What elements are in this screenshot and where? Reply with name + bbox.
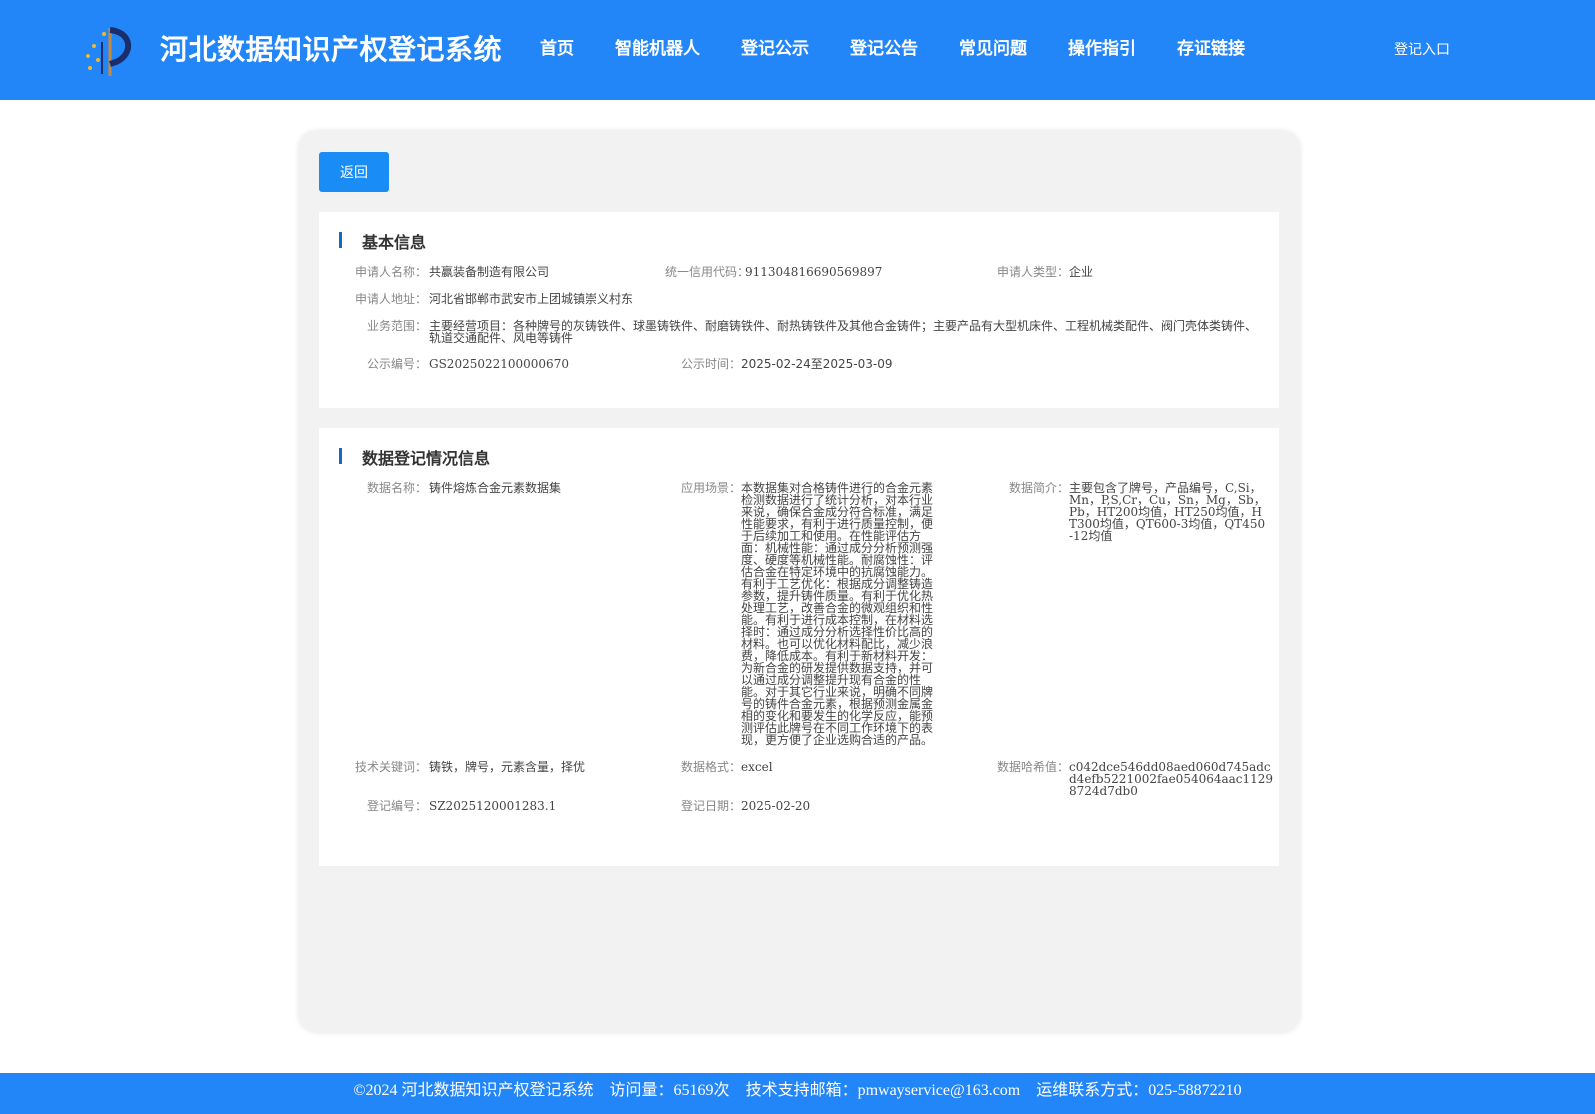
label-applicant-type: 申请人类型： <box>996 265 1069 279</box>
section-marker <box>339 448 342 464</box>
nav-announcement[interactable]: 登记公告 <box>850 34 918 59</box>
top-header: 河北数据知识产权登记系统 首页 智能机器人 登记公示 登记公告 常见问题 操作指… <box>0 0 1595 100</box>
value-applicant-name: 共赢装备制造有限公司 <box>429 265 550 279</box>
basic-info-panel: 基本信息 申请人名称： 共赢装备制造有限公司 统一信用代码： 911304816… <box>319 212 1279 408</box>
label-address: 申请人地址： <box>354 292 427 306</box>
back-button[interactable]: 返回 <box>319 152 389 192</box>
detail-card: 返回 基本信息 申请人名称： 共赢装备制造有限公司 统一信用代码： 911304… <box>299 131 1300 1032</box>
value-address: 河北省邯郸市武安市上团城镇崇义村东 <box>429 292 634 306</box>
value-credit-code: 911304816690569897 <box>745 265 883 279</box>
section-title-basic: 基本信息 <box>362 233 427 252</box>
value-hash: c042dce546dd08aed060d745adcd4efb5221002f… <box>1069 760 1274 798</box>
label-keywords: 技术关键词： <box>354 760 427 774</box>
footer-email: 技术支持邮箱：pmwayservice@163.com <box>745 1082 1021 1099</box>
label-pub-no: 公示编号： <box>366 357 427 371</box>
label-scene: 应用场景： <box>680 481 741 495</box>
label-reg-date: 登记日期： <box>680 799 741 813</box>
value-reg-date: 2025-02-20 <box>741 799 811 813</box>
main-nav: 首页 智能机器人 登记公示 登记公告 常见问题 操作指引 存证链接 <box>540 34 1286 59</box>
label-data-name: 数据名称： <box>366 481 427 495</box>
label-intro: 数据简介： <box>1008 481 1069 495</box>
value-pub-time: 2025-02-24至2025-03-09 <box>741 357 893 371</box>
label-reg-no: 登记编号： <box>366 799 427 813</box>
label-hash: 数据哈希值： <box>996 760 1069 774</box>
footer-copyright: ©2024 河北数据知识产权登记系统 <box>353 1082 594 1099</box>
value-format: excel <box>741 760 773 774</box>
footer-phone: 运维联系方式：025-58872210 <box>1036 1082 1242 1099</box>
section-title-data: 数据登记情况信息 <box>362 449 491 468</box>
label-credit-code: 统一信用代码： <box>664 265 749 279</box>
nav-publicity[interactable]: 登记公示 <box>741 34 809 59</box>
footer-visits: 访问量：65169次 <box>609 1082 730 1099</box>
login-link[interactable]: 登记入口 <box>1394 39 1450 59</box>
label-format: 数据格式： <box>680 760 741 774</box>
nav-home[interactable]: 首页 <box>540 34 574 59</box>
page-footer: ©2024 河北数据知识产权登记系统 访问量：65169次 技术支持邮箱：pmw… <box>0 1073 1595 1114</box>
label-scope: 业务范围： <box>366 319 427 333</box>
nav-faq[interactable]: 常见问题 <box>959 34 1027 59</box>
section-marker <box>339 232 342 248</box>
value-intro: 主要包含了牌号，产品编号，C,Si，Mn，P,S,Cr，Cu，Sn，Mg，Sb，… <box>1069 481 1266 543</box>
data-registration-panel: 数据登记情况信息 数据名称： 铸件熔炼合金元素数据集 应用场景： 本数据集对合格… <box>319 428 1279 866</box>
site-title: 河北数据知识产权登记系统 <box>160 33 503 66</box>
value-scene: 本数据集对合格铸件进行的合金元素检测数据进行了统计分析，对本行业来说，确保合金成… <box>741 481 934 747</box>
value-scope: 主要经营项目：各种牌号的灰铸铁件、球墨铸铁件、耐磨铸铁件、耐热铸铁件及其他合金铸… <box>429 319 1258 345</box>
value-applicant-type: 企业 <box>1069 265 1094 279</box>
label-pub-time: 公示时间： <box>680 357 741 371</box>
nav-evidence-link[interactable]: 存证链接 <box>1177 34 1245 59</box>
nav-robot[interactable]: 智能机器人 <box>615 34 700 59</box>
logo-icon <box>86 27 131 76</box>
label-applicant-name: 申请人名称： <box>354 265 427 279</box>
nav-guide[interactable]: 操作指引 <box>1068 34 1136 59</box>
